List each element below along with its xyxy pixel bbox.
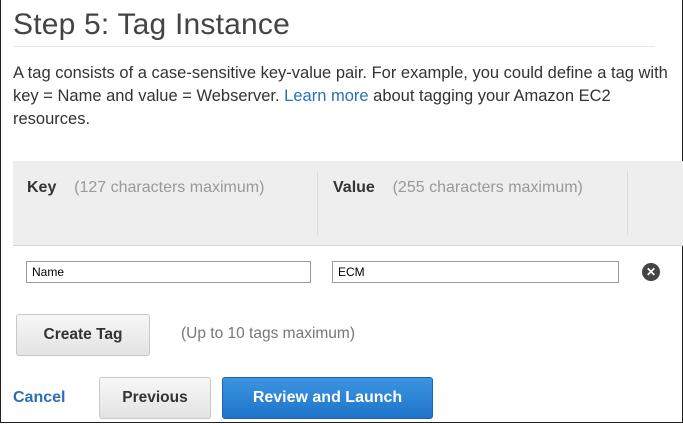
title-divider xyxy=(13,46,655,47)
create-tag-button[interactable]: Create Tag xyxy=(16,314,150,356)
value-header-label: Value xyxy=(333,179,375,196)
tag-value-input[interactable] xyxy=(332,261,619,283)
step-description: A tag consists of a case-sensitive key-v… xyxy=(13,62,673,131)
column-divider xyxy=(627,171,628,235)
tag-limit-note: (Up to 10 tags maximum) xyxy=(181,325,355,342)
page-title: Step 5: Tag Instance xyxy=(13,8,290,41)
value-header-hint: (255 characters maximum) xyxy=(392,179,583,196)
review-and-launch-button[interactable]: Review and Launch xyxy=(222,377,433,419)
value-column-header: Value (255 characters maximum) xyxy=(333,177,603,199)
tag-key-input[interactable] xyxy=(26,261,311,283)
key-column-header: Key (127 characters maximum) xyxy=(27,177,307,199)
close-circle-icon[interactable]: ✕ xyxy=(642,263,660,281)
learn-more-link[interactable]: Learn more xyxy=(284,87,368,105)
key-header-label: Key xyxy=(27,179,57,196)
key-header-hint: (127 characters maximum) xyxy=(74,179,265,196)
column-divider xyxy=(317,171,318,235)
cancel-link[interactable]: Cancel xyxy=(13,389,65,407)
previous-button[interactable]: Previous xyxy=(99,377,211,419)
tag-table-header: Key (127 characters maximum) Value (255 … xyxy=(13,161,683,246)
